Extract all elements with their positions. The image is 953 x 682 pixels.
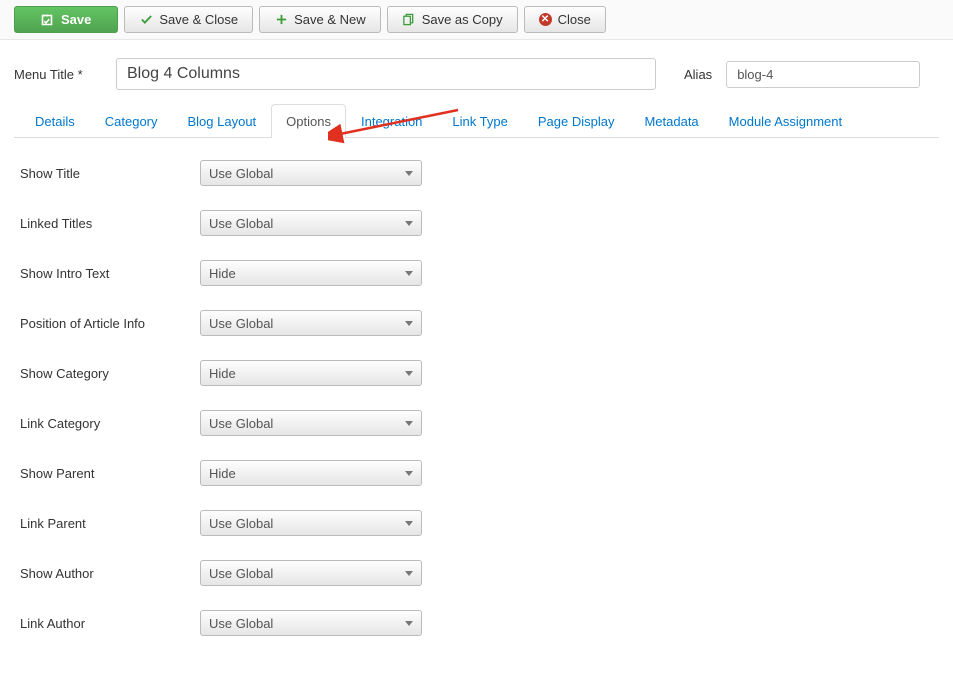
option-select[interactable]: Hide [200, 460, 422, 486]
chevron-down-icon [405, 521, 413, 526]
close-label: Close [558, 12, 591, 27]
tab-blog-layout[interactable]: Blog Layout [173, 104, 272, 138]
option-row: Show Title Use Global [20, 160, 933, 186]
option-label: Linked Titles [20, 216, 200, 231]
chevron-down-icon [405, 221, 413, 226]
tab-details[interactable]: Details [20, 104, 90, 138]
option-select[interactable]: Use Global [200, 410, 422, 436]
close-button[interactable]: ✕ Close [524, 6, 606, 33]
option-value: Use Global [209, 216, 273, 231]
option-row: Position of Article Info Use Global [20, 310, 933, 336]
option-value: Use Global [209, 516, 273, 531]
save-new-label: Save & New [294, 12, 366, 27]
option-row: Show Category Hide [20, 360, 933, 386]
option-row: Linked Titles Use Global [20, 210, 933, 236]
option-label: Link Category [20, 416, 200, 431]
option-value: Hide [209, 466, 236, 481]
save-copy-label: Save as Copy [422, 12, 503, 27]
option-value: Hide [209, 366, 236, 381]
chevron-down-icon [405, 621, 413, 626]
save-copy-button[interactable]: Save as Copy [387, 6, 518, 33]
option-label: Link Author [20, 616, 200, 631]
save-close-button[interactable]: Save & Close [124, 6, 253, 33]
option-value: Use Global [209, 166, 273, 181]
option-row: Show Author Use Global [20, 560, 933, 586]
option-value: Use Global [209, 316, 273, 331]
tab-category[interactable]: Category [90, 104, 173, 138]
title-row: Menu Title * Alias [14, 58, 939, 90]
apply-icon [41, 13, 55, 27]
tab-options[interactable]: Options [271, 104, 346, 138]
option-label: Show Title [20, 166, 200, 181]
menu-title-label: Menu Title * [14, 67, 102, 82]
option-select[interactable]: Use Global [200, 510, 422, 536]
chevron-down-icon [405, 421, 413, 426]
plus-icon [274, 13, 288, 27]
tab-integration[interactable]: Integration [346, 104, 437, 138]
menu-title-input[interactable] [116, 58, 656, 90]
tab-metadata[interactable]: Metadata [629, 104, 713, 138]
tab-link-type[interactable]: Link Type [437, 104, 522, 138]
option-label: Position of Article Info [20, 316, 200, 331]
toolbar: Save Save & Close Save & New Save as Cop… [0, 0, 953, 40]
option-value: Hide [209, 266, 236, 281]
option-row: Link Author Use Global [20, 610, 933, 636]
option-select[interactable]: Use Global [200, 160, 422, 186]
options-panel: Show Title Use Global Linked Titles Use Glo… [14, 138, 939, 682]
chevron-down-icon [405, 371, 413, 376]
option-row: Link Parent Use Global [20, 510, 933, 536]
option-select[interactable]: Use Global [200, 310, 422, 336]
option-select[interactable]: Use Global [200, 210, 422, 236]
option-select[interactable]: Use Global [200, 610, 422, 636]
option-value: Use Global [209, 616, 273, 631]
save-button[interactable]: Save [14, 6, 118, 33]
option-row: Show Intro Text Hide [20, 260, 933, 286]
save-close-label: Save & Close [159, 12, 238, 27]
save-label: Save [61, 12, 91, 27]
chevron-down-icon [405, 471, 413, 476]
option-label: Link Parent [20, 516, 200, 531]
option-value: Use Global [209, 416, 273, 431]
chevron-down-icon [405, 321, 413, 326]
alias-input[interactable] [726, 61, 920, 88]
save-new-button[interactable]: Save & New [259, 6, 381, 33]
option-select[interactable]: Hide [200, 360, 422, 386]
option-label: Show Category [20, 366, 200, 381]
option-label: Show Intro Text [20, 266, 200, 281]
option-select[interactable]: Use Global [200, 560, 422, 586]
alias-label: Alias [684, 67, 712, 82]
option-label: Show Parent [20, 466, 200, 481]
option-value: Use Global [209, 566, 273, 581]
tabs: DetailsCategoryBlog LayoutOptionsIntegra… [14, 104, 939, 138]
option-select[interactable]: Hide [200, 260, 422, 286]
check-icon [139, 13, 153, 27]
chevron-down-icon [405, 171, 413, 176]
option-row: Link Category Use Global [20, 410, 933, 436]
tab-page-display[interactable]: Page Display [523, 104, 630, 138]
chevron-down-icon [405, 571, 413, 576]
option-row: Show Parent Hide [20, 460, 933, 486]
tab-module-assignment[interactable]: Module Assignment [714, 104, 857, 138]
chevron-down-icon [405, 271, 413, 276]
option-label: Show Author [20, 566, 200, 581]
close-icon: ✕ [539, 13, 552, 26]
copy-icon [402, 13, 416, 27]
